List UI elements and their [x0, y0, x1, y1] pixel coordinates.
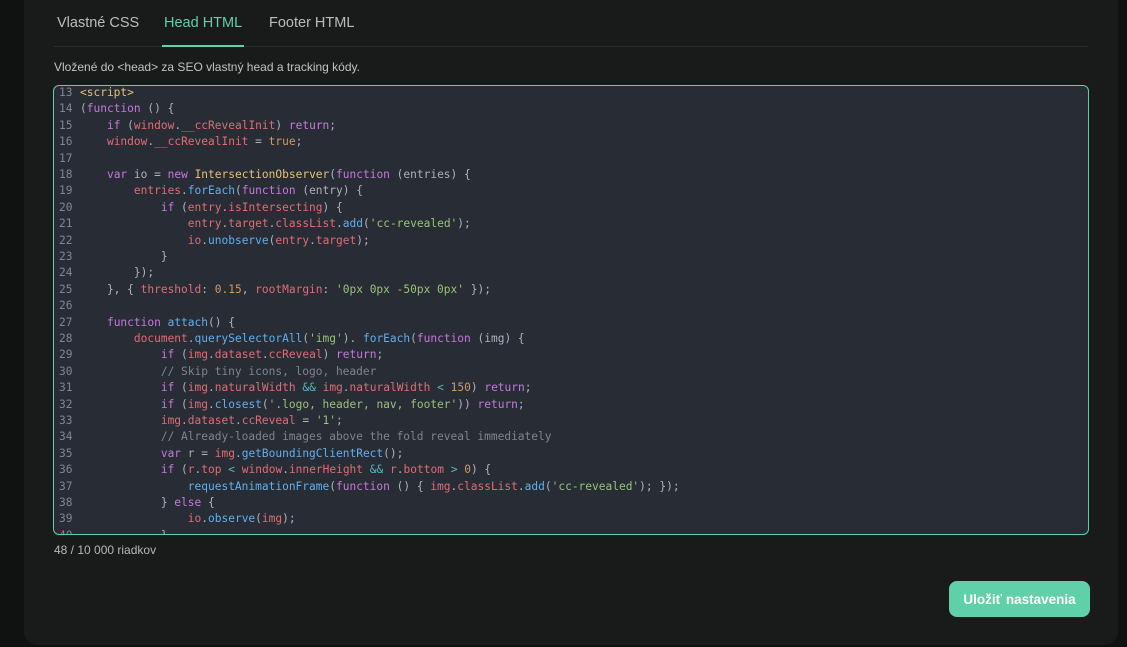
- code-text: entry.target.classList.add('cc-revealed'…: [187, 217, 471, 231]
- line-number: 40: [54, 528, 80, 534]
- code-text: }, { threshold: 0.15, rootMargin: '0px 0…: [80, 282, 491, 296]
- line-number: 17: [59, 151, 73, 165]
- code-line: 30 // Skip tiny icons, logo, header: [54, 364, 376, 380]
- tab-description: Vložené do <head> za SEO vlastný head a …: [54, 60, 360, 74]
- line-number: 39: [59, 512, 73, 526]
- code-text: if (img.dataset.ccReveal) return;: [160, 348, 384, 362]
- line-number: 19: [59, 184, 73, 198]
- code-line: 24 });: [54, 265, 154, 281]
- code-line: 20 if (entry.isIntersecting) {: [54, 200, 343, 216]
- code-line: 40 }: [54, 528, 168, 534]
- code-line: 37 requestAnimationFrame(function () { i…: [54, 479, 680, 495]
- line-number: 15: [59, 118, 73, 132]
- tab-bar: Vlastné CSS Head HTML Footer HTML: [54, 0, 1088, 47]
- code-text: } else {: [80, 496, 215, 509]
- code-text: if (entry.isIntersecting) {: [160, 200, 343, 214]
- line-number: 21: [59, 217, 73, 231]
- code-line: 18 var io = new IntersectionObserver(fun…: [54, 167, 471, 183]
- code-line: 19 entries.forEach(function (entry) {: [54, 183, 363, 199]
- line-number: 26: [59, 299, 73, 313]
- line-number: 16: [59, 135, 73, 149]
- line-number: 29: [59, 348, 73, 362]
- line-number: 24: [59, 266, 73, 280]
- code-line: 28 document.querySelectorAll('img'). for…: [54, 331, 525, 347]
- line-number: 34: [59, 430, 73, 444]
- line-number: 36: [59, 463, 73, 477]
- line-number: 20: [59, 200, 73, 214]
- code-text: document.querySelectorAll('img'). forEac…: [133, 332, 525, 345]
- line-number: 28: [59, 332, 73, 345]
- code-line: 35 var r = img.getBoundingClientRect();: [54, 446, 403, 462]
- code-text: entries.forEach(function (entry) {: [133, 184, 363, 198]
- code-line: 23 }: [54, 249, 168, 265]
- line-number: 18: [59, 168, 73, 181]
- code-text: var io = new IntersectionObserver(functi…: [106, 168, 471, 181]
- code-line: 21 entry.target.classList.add('cc-reveal…: [54, 216, 471, 232]
- code-line: 26: [54, 298, 80, 314]
- code-editor[interactable]: 13 <script> 14 (function () { 15 if (window.…: [53, 85, 1089, 535]
- code-text: <script>: [80, 86, 134, 99]
- code-line: 31 if (img.naturalWidth && img.naturalWi…: [54, 380, 532, 396]
- code-line: 27 function attach() {: [54, 315, 235, 331]
- line-number: 13: [59, 86, 73, 99]
- code-line: 36 if (r.top < window.innerHeight && r.b…: [54, 462, 491, 478]
- line-number: 25: [59, 282, 73, 296]
- code-text: // Already-loaded images above the fold …: [160, 430, 552, 444]
- code-line: 29 if (img.dataset.ccReveal) return;: [54, 347, 383, 363]
- line-number: 22: [59, 233, 73, 247]
- code-text: // Skip tiny icons, logo, header: [160, 364, 377, 378]
- code-text: if (r.top < window.innerHeight && r.bott…: [160, 463, 492, 477]
- code-text: }: [80, 529, 168, 534]
- code-text: function attach() {: [106, 315, 235, 329]
- code-line: 39 io.observe(img);: [54, 511, 296, 527]
- code-text: if (img.closest('.logo, header, nav, foo…: [160, 397, 525, 411]
- line-number: 27: [59, 315, 73, 329]
- line-number: 14: [59, 102, 73, 116]
- code-line: 38 } else {: [54, 495, 215, 511]
- tab-head-html[interactable]: Head HTML: [161, 0, 245, 47]
- code-text: if (img.naturalWidth && img.naturalWidth…: [160, 381, 532, 395]
- line-number: 31: [59, 381, 73, 395]
- code-text: window.__ccRevealInit = true;: [106, 135, 303, 149]
- code-line: 32 if (img.closest('.logo, header, nav, …: [54, 397, 525, 413]
- code-line: 33 img.dataset.ccReveal = '1';: [54, 413, 343, 429]
- code-text: io.observe(img);: [187, 512, 296, 526]
- line-counter: 48 / 10 000 riadkov: [54, 543, 157, 557]
- code-line: 16 window.__ccRevealInit = true;: [54, 134, 302, 150]
- line-number: 35: [59, 446, 73, 460]
- code-text: img.dataset.ccReveal = '1';: [160, 414, 343, 427]
- code-line: 17: [54, 151, 80, 167]
- code-text: (function () {: [80, 102, 175, 116]
- code-line: 13 <script>: [54, 86, 134, 101]
- code-text: }: [80, 250, 168, 263]
- code-line: 15 if (window.__ccRevealInit) return;: [54, 118, 336, 134]
- code-text: requestAnimationFrame(function () { img.…: [187, 479, 680, 493]
- code-text: if (window.__ccRevealInit) return;: [106, 118, 337, 132]
- line-number: 30: [59, 364, 73, 378]
- code-line: 14 (function () {: [54, 101, 174, 117]
- code-text: });: [80, 266, 155, 280]
- code-line: 34 // Already-loaded images above the fo…: [54, 429, 551, 445]
- code-text: var r = img.getBoundingClientRect();: [160, 446, 404, 460]
- code-line: 22 io.unobserve(entry.target);: [54, 233, 370, 249]
- tab-footer-html[interactable]: Footer HTML: [269, 0, 354, 46]
- line-number: 38: [59, 496, 73, 509]
- code-text: io.unobserve(entry.target);: [187, 233, 370, 247]
- tab-custom-css[interactable]: Vlastné CSS: [57, 0, 139, 46]
- save-settings-button[interactable]: Uložiť nastavenia: [949, 581, 1090, 617]
- line-number: 32: [59, 397, 73, 411]
- line-number: 33: [59, 414, 73, 427]
- line-number: 37: [59, 479, 73, 493]
- code-line: 25 }, { threshold: 0.15, rootMargin: '0p…: [54, 282, 491, 298]
- line-number: 23: [59, 250, 73, 263]
